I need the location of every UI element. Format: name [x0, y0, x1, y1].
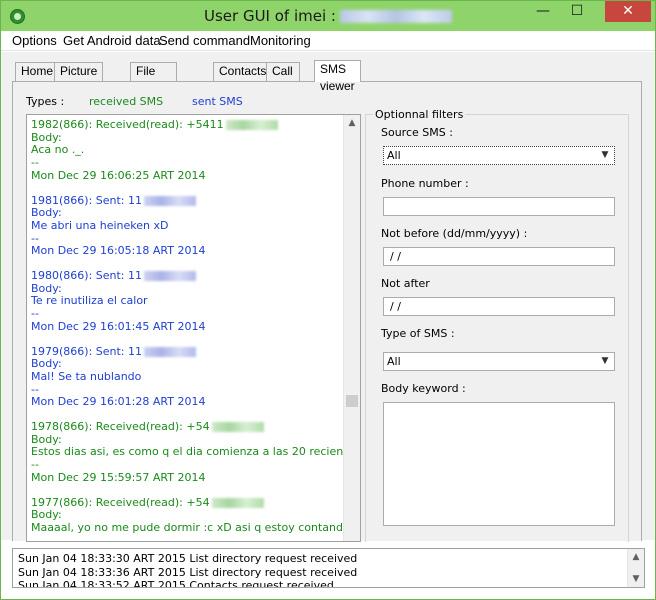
sms-viewer-panel: Types : received SMS sent SMS 1982(866):…: [12, 81, 642, 542]
body-keyword-textarea[interactable]: [383, 402, 615, 526]
phone-number-input[interactable]: [383, 197, 615, 216]
maximize-button[interactable]: ☐: [563, 1, 591, 23]
sms-separator: --: [31, 156, 39, 170]
log-line: Sun Jan 04 18:33:30 ART 2015 List direct…: [18, 552, 358, 565]
redacted-number: [211, 422, 264, 433]
sms-type-label: Type of SMS :: [381, 327, 455, 340]
sms-separator: --: [31, 458, 39, 472]
redacted-imei: [339, 10, 452, 23]
sms-header: 1980(866): Sent: 11: [31, 269, 143, 283]
event-log[interactable]: Sun Jan 04 18:33:30 ART 2015 List direct…: [12, 548, 645, 588]
phone-number-label: Phone number :: [381, 177, 469, 190]
redacted-number: [211, 497, 264, 508]
not-before-label: Not before (dd/mm/yyyy) :: [381, 227, 528, 240]
sms-header: 1978(866): Received(read): +54: [31, 420, 210, 434]
close-button[interactable]: ✕: [605, 1, 651, 22]
source-sms-select[interactable]: All ▼: [383, 146, 615, 165]
types-received-legend: received SMS: [89, 95, 164, 108]
sms-body: Te re inutiliza el calor: [31, 294, 148, 308]
sms-date: Mon Dec 29 16:01:45 ART 2014: [31, 319, 206, 333]
scroll-up-icon[interactable]: ▲: [628, 549, 644, 565]
title-bar[interactable]: User GUI of imei : — ☐ ✕: [1, 1, 655, 31]
tab-sms-viewer[interactable]: SMS viewer: [314, 60, 361, 93]
sms-body: Maaaal, yo no me pude dormir :c xD asi q…: [31, 520, 350, 534]
main-content: Home Picture viewer File tree viewer Con…: [1, 52, 655, 542]
event-log-scrollbar[interactable]: ▲ ▼: [627, 549, 644, 587]
log-line: Sun Jan 04 18:33:52 ART 2015 Contacts re…: [18, 579, 334, 588]
menu-bar: Options Get Android data Send command Mo…: [1, 31, 655, 51]
tab-contacts[interactable]: Contacts: [213, 62, 273, 81]
not-after-input[interactable]: / /: [383, 297, 615, 316]
sms-body: Me abri una heineken xD: [31, 218, 169, 232]
sms-list-content: 1982(866): Received(read): +5411 Body: A…: [31, 118, 361, 541]
sms-body: Aca no ._.: [31, 143, 85, 157]
filters-legend: Optionnal filters: [373, 108, 466, 121]
sms-message: 1982(866): Received(read): +5411 Body: A…: [31, 118, 343, 183]
sms-header: 1982(866): Received(read): +5411: [31, 118, 224, 131]
sms-list[interactable]: 1982(866): Received(read): +5411 Body: A…: [26, 114, 361, 542]
source-sms-value: All: [387, 149, 401, 162]
sms-date: Mon Dec 29 15:59:57 ART 2014: [31, 470, 206, 484]
sms-list-scrollbar[interactable]: ▲: [343, 115, 360, 541]
sms-header: 1977(866): Received(read): +54: [31, 495, 210, 509]
sms-message: 1980(866): Sent: 11 Body: Te re inutiliz…: [31, 269, 343, 334]
tab-home[interactable]: Home: [15, 62, 60, 81]
redacted-number: [225, 120, 278, 130]
sms-header: 1981(866): Sent: 11: [31, 193, 143, 207]
scroll-thumb[interactable]: [346, 395, 358, 407]
sms-type-value: All: [387, 355, 401, 368]
optional-filters-group: Optionnal filters Source SMS : All ▼ Pho…: [365, 108, 629, 542]
types-label: Types :: [26, 95, 65, 108]
tab-file-tree-viewer[interactable]: File tree viewer: [130, 62, 177, 112]
minimize-button[interactable]: —: [529, 1, 557, 23]
redacted-number: [144, 346, 197, 357]
tab-picture-viewer[interactable]: Picture viewer: [54, 62, 104, 95]
sms-message: 1981(866): Sent: 11 Body: Me abri una he…: [31, 193, 343, 259]
sms-date: Mon Dec 29 16:01:28 ART 2014: [31, 395, 206, 409]
sms-type-select[interactable]: All ▼: [383, 352, 615, 371]
sms-body: Mal! Se ta nublando: [31, 369, 142, 383]
source-sms-label: Source SMS :: [381, 126, 453, 139]
menu-send-command[interactable]: Send command: [159, 33, 250, 48]
chevron-down-icon: ▼: [601, 356, 609, 366]
tab-call-logs[interactable]: Call logs: [266, 62, 301, 95]
log-line: Sun Jan 04 18:33:36 ART 2015 List direct…: [18, 565, 358, 579]
body-keyword-label: Body keyword :: [381, 382, 466, 395]
event-log-content: Sun Jan 04 18:33:30 ART 2015 List direct…: [18, 552, 618, 588]
redacted-number: [144, 195, 197, 206]
sms-header: 1979(866): Sent: 11: [31, 344, 143, 358]
window-title-text: User GUI of imei :: [204, 7, 336, 25]
chevron-down-icon: ▼: [601, 150, 609, 160]
scroll-up-icon[interactable]: ▲: [344, 115, 360, 131]
sms-body: Estos dias asi, es como q el dia comienz…: [31, 445, 361, 459]
sms-separator: --: [31, 307, 39, 321]
menu-options[interactable]: Options: [12, 33, 57, 48]
not-before-input[interactable]: / /: [383, 247, 615, 266]
menu-get-android-data[interactable]: Get Android data: [63, 33, 161, 48]
sms-date: Mon Dec 29 16:05:18 ART 2014: [31, 244, 206, 258]
not-after-label: Not after: [381, 277, 430, 290]
types-sent-legend: sent SMS: [192, 95, 243, 108]
sms-message: 1979(866): Sent: 11 Body: Mal! Se ta nub…: [31, 344, 343, 410]
redacted-number: [144, 271, 197, 282]
menu-monitoring[interactable]: Monitoring: [250, 33, 311, 48]
app-window: User GUI of imei : — ☐ ✕ Options Get And…: [0, 0, 656, 600]
sms-message: 1978(866): Received(read): +54 Body: Est…: [31, 420, 361, 485]
sms-date: Mon Dec 29 16:06:25 ART 2014: [31, 168, 206, 182]
sms-message: 1977(866): Received(read): +54 Body: Maa…: [31, 495, 350, 535]
scroll-down-icon[interactable]: ▼: [628, 571, 644, 587]
